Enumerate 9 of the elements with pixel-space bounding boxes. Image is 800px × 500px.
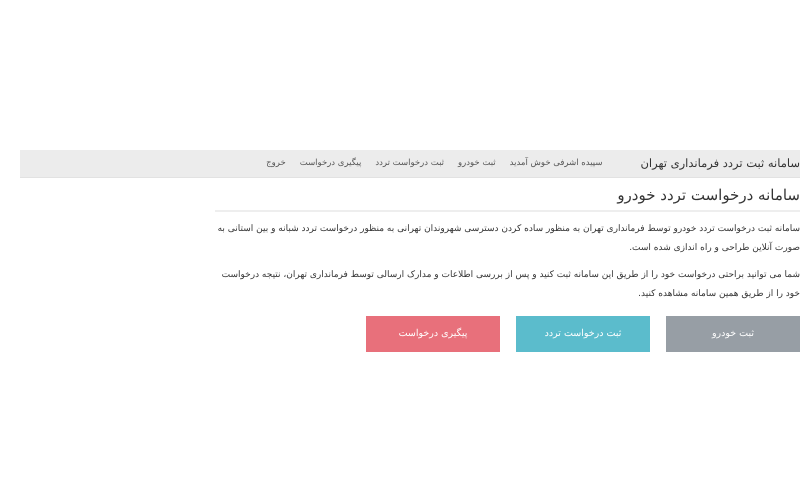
- nav-link[interactable]: ثبت خودرو: [458, 157, 496, 170]
- page-title: سامانه درخواست تردد خودرو: [215, 178, 800, 212]
- nav-link[interactable]: خروج: [266, 157, 286, 170]
- site-title[interactable]: سامانه ثبت تردد فرمانداری تهران: [640, 154, 800, 172]
- paragraph: سامانه ثبت درخواست تردد خودرو توسط فرمانداری تهران به منظور ساده کردن دسترسی شهروندان تهرانی به منظور درخواست تردد شبانه و بین استانی به صورت آنلاین طراحی و راه اندازی شده است.: [216, 223, 800, 255]
- nav-link[interactable]: پیگیری درخواست: [300, 157, 362, 170]
- nav-link[interactable]: ثبت درخواست تردد: [375, 157, 444, 170]
- paragraph: شما می توانید براحتی درخواست خود را از طریق این سامانه ثبت کنید و پس از بررسی اطلاعات و مدارک ارسالی توسط فرمانداری تهران، نتیجه درخواست خود را از طریق همین سامانه مشاهده کنید.: [220, 269, 800, 301]
- nav-link[interactable]: سپیده اشرفی خوش آمدید: [510, 157, 602, 170]
